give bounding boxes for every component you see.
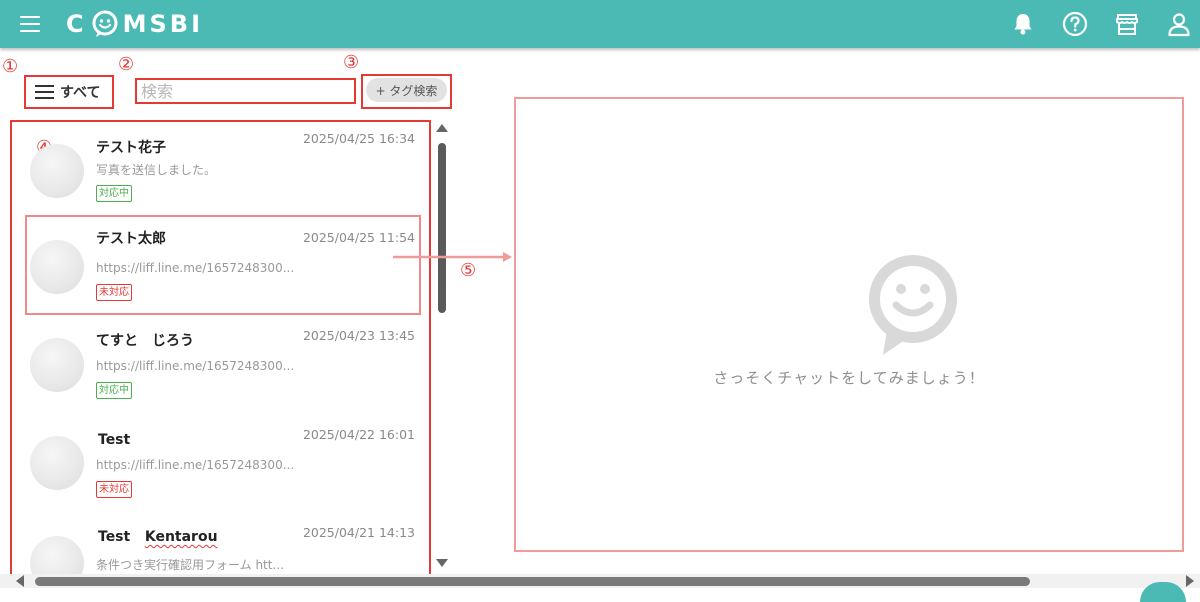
annotation-1: ① bbox=[2, 56, 19, 77]
search-box bbox=[135, 78, 356, 104]
annotation-2: ② bbox=[118, 54, 135, 75]
horizontal-scrollbar-thumb[interactable] bbox=[35, 577, 1030, 586]
arrow-right-icon bbox=[393, 252, 512, 262]
list-outline bbox=[10, 120, 431, 582]
annotation-3: ③ bbox=[343, 52, 360, 73]
filter-label: すべて bbox=[60, 85, 101, 101]
logo-smile-icon bbox=[92, 10, 118, 37]
shop-icon[interactable] bbox=[1114, 11, 1140, 37]
empty-chat-message: さっそくチャットをしてみましょう！ bbox=[713, 369, 985, 387]
bell-icon[interactable] bbox=[1010, 11, 1036, 37]
scroll-right-arrow-icon[interactable] bbox=[1186, 575, 1194, 587]
scroll-down-arrow-icon[interactable] bbox=[436, 559, 448, 567]
tag-search-button[interactable]: + タグ検索 bbox=[366, 78, 447, 102]
chat-panel: さっそくチャットをしてみましょう！ bbox=[514, 97, 1184, 552]
scroll-left-arrow-icon[interactable] bbox=[16, 575, 24, 587]
filter-all-button[interactable]: すべて bbox=[24, 75, 114, 109]
search-input[interactable] bbox=[137, 80, 354, 102]
annotation-5: ⑤ bbox=[460, 260, 477, 281]
menu-icon[interactable] bbox=[20, 16, 40, 32]
logo[interactable]: C MSBI bbox=[66, 8, 203, 40]
help-icon[interactable] bbox=[1062, 11, 1088, 37]
chat-smile-icon bbox=[869, 255, 957, 355]
app-header: C MSBI bbox=[0, 0, 1200, 48]
user-icon[interactable] bbox=[1166, 11, 1192, 37]
list-menu-icon bbox=[35, 85, 54, 99]
scroll-up-arrow-icon[interactable] bbox=[436, 124, 448, 132]
vertical-scrollbar-thumb[interactable] bbox=[438, 143, 446, 313]
